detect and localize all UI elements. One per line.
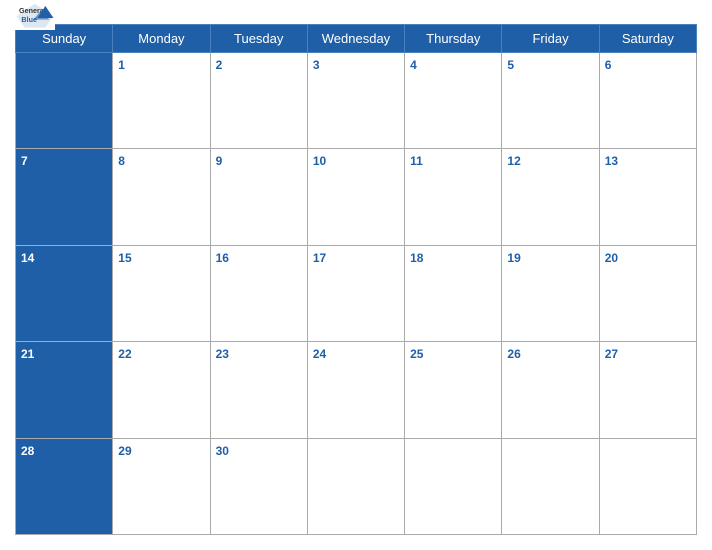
calendar-cell: 25 [405,342,502,438]
col-header-friday: Friday [502,25,599,53]
calendar-cell: 13 [599,149,696,245]
day-number: 18 [410,251,423,265]
calendar-cell: 7 [16,149,113,245]
calendar-cell: 22 [113,342,210,438]
day-number: 17 [313,251,326,265]
calendar-cell: 17 [307,245,404,341]
logo-icon: General Blue [15,2,55,30]
col-header-monday: Monday [113,25,210,53]
calendar-cell [599,438,696,534]
calendar-cell: 19 [502,245,599,341]
calendar-cell: 5 [502,53,599,149]
calendar-cell: 1 [113,53,210,149]
calendar-cell: 12 [502,149,599,245]
calendar-cell: 23 [210,342,307,438]
calendar-cell: 28 [16,438,113,534]
col-header-wednesday: Wednesday [307,25,404,53]
calendar-cell: 29 [113,438,210,534]
calendar-header: General Blue [15,10,697,24]
calendar-cell: 27 [599,342,696,438]
day-number: 2 [216,58,223,72]
calendar-cell: 10 [307,149,404,245]
calendar-cell: 24 [307,342,404,438]
calendar-cell: 21 [16,342,113,438]
day-number: 30 [216,444,229,458]
calendar-cell: 26 [502,342,599,438]
day-number: 7 [21,154,28,168]
day-number: 1 [118,58,125,72]
day-number: 20 [605,251,618,265]
day-number: 26 [507,347,520,361]
day-number: 23 [216,347,229,361]
calendar-week-row: 7 8 9 10 11 12 13 [16,149,697,245]
calendar-cell: 8 [113,149,210,245]
calendar-cell: 30 [210,438,307,534]
calendar-week-row: 1 2 3 4 5 6 [16,53,697,149]
calendar-cell: 15 [113,245,210,341]
calendar-cell [307,438,404,534]
calendar-cell: 9 [210,149,307,245]
col-header-saturday: Saturday [599,25,696,53]
calendar-week-row: 21 22 23 24 25 26 27 [16,342,697,438]
calendar-cell [405,438,502,534]
day-number: 10 [313,154,326,168]
calendar-cell: 20 [599,245,696,341]
day-number: 9 [216,154,223,168]
day-number: 12 [507,154,520,168]
day-number: 16 [216,251,229,265]
calendar-cell: 3 [307,53,404,149]
calendar-cell: 18 [405,245,502,341]
day-number: 28 [21,444,34,458]
logo: General Blue [15,2,55,30]
day-number: 21 [21,347,34,361]
day-number: 25 [410,347,423,361]
calendar-cell [502,438,599,534]
day-number: 29 [118,444,131,458]
day-number: 19 [507,251,520,265]
day-number: 27 [605,347,618,361]
calendar-cell [16,53,113,149]
day-number: 11 [410,154,423,168]
col-header-tuesday: Tuesday [210,25,307,53]
calendar-week-row: 28 29 30 [16,438,697,534]
day-number: 5 [507,58,514,72]
day-number: 22 [118,347,131,361]
day-number: 14 [21,251,34,265]
day-number: 13 [605,154,618,168]
calendar-cell: 6 [599,53,696,149]
day-number: 4 [410,58,417,72]
day-number: 24 [313,347,326,361]
calendar-week-row: 14 15 16 17 18 19 20 [16,245,697,341]
day-number: 3 [313,58,320,72]
calendar-table: SundayMondayTuesdayWednesdayThursdayFrid… [15,24,697,535]
day-number: 8 [118,154,125,168]
calendar-cell: 4 [405,53,502,149]
day-header-row: SundayMondayTuesdayWednesdayThursdayFrid… [16,25,697,53]
calendar-cell: 14 [16,245,113,341]
calendar-cell: 16 [210,245,307,341]
calendar-cell: 2 [210,53,307,149]
day-number: 15 [118,251,131,265]
day-number: 6 [605,58,612,72]
calendar-cell: 11 [405,149,502,245]
col-header-thursday: Thursday [405,25,502,53]
